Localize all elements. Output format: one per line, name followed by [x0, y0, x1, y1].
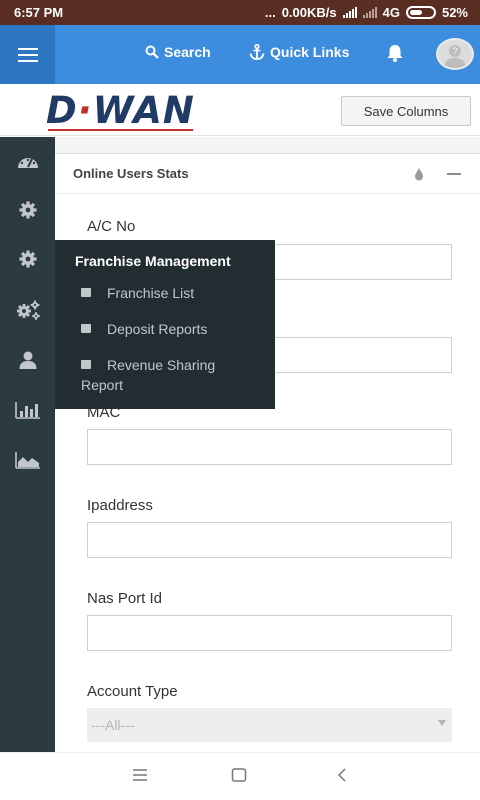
save-columns-button[interactable]: Save Columns [341, 96, 471, 126]
chevron-left-icon [337, 768, 346, 782]
status-speed: 0.00KB/s [281, 5, 337, 20]
avatar[interactable]: ? [436, 38, 474, 70]
flyout-title: Franchise Management [75, 253, 231, 269]
sidebar-item-gears[interactable] [15, 299, 41, 321]
recents-button[interactable] [132, 767, 148, 788]
avatar-placeholder-icon: ? [444, 45, 466, 68]
sidebar-item-settings-1[interactable] [15, 199, 41, 221]
status-dots: ... [264, 5, 276, 20]
sidebar-item-analytics[interactable] [15, 449, 41, 471]
sidebar-item-dashboard[interactable] [15, 150, 41, 172]
search-label: Search [164, 44, 211, 60]
menu-item-deposit-reports[interactable]: Deposit Reports [81, 321, 207, 337]
status-network: 4G [382, 5, 400, 20]
nas-port-id-input[interactable] [87, 615, 452, 651]
top-nav: Search Quick Links ? [0, 25, 480, 84]
content-area: Online Users Stats A/C No MAC Ipaddress … [55, 137, 480, 753]
menu-bullet-icon [81, 324, 91, 333]
field-label-account-type: Account Type [87, 683, 178, 700]
panel-header: Online Users Stats [55, 154, 480, 194]
dashboard-icon [18, 158, 38, 168]
brand-logo: D·WAN [46, 89, 195, 132]
menu-item-label: Franchise List [107, 285, 195, 301]
search-icon [145, 45, 159, 59]
ipaddress-input[interactable] [87, 522, 452, 558]
sidebar-item-reports[interactable] [15, 399, 41, 421]
field-label-nas-port-id: Nas Port Id [87, 590, 163, 607]
menu-icon-line [17, 47, 38, 50]
gear-icon [19, 201, 37, 219]
menu-item-label: Deposit Reports [107, 321, 208, 337]
franchise-management-flyout: Franchise Management Franchise List Depo… [55, 240, 275, 409]
notifications-button[interactable] [385, 43, 405, 68]
menu-item-label-line2: Report [81, 377, 124, 393]
status-battery: 52% [441, 5, 468, 20]
battery-icon [405, 6, 436, 19]
panel-color-button[interactable] [414, 167, 424, 186]
logo-bar: D·WAN Save Columns [0, 84, 480, 136]
user-icon [19, 351, 37, 369]
logo-dot: · [77, 89, 93, 132]
collapse-icon[interactable] [447, 173, 461, 175]
logo-text-end: WAN [92, 89, 195, 132]
anchor-icon [249, 44, 265, 60]
avatar-glyph: ? [452, 46, 457, 56]
account-type-value: ---All--- [91, 717, 135, 733]
status-right: ... 0.00KB/s 4G 52% [265, 5, 468, 20]
bell-icon [387, 45, 403, 62]
bar-chart-icon [15, 402, 40, 419]
sidebar [0, 137, 55, 752]
field-label-ac-no: A/C No [87, 218, 136, 235]
gear-icon [19, 250, 37, 268]
home-button[interactable] [231, 767, 247, 788]
chevron-down-icon [438, 720, 446, 726]
gears-icon [17, 300, 40, 320]
status-bar: 6:57 PM ... 0.00KB/s 4G 52% [0, 0, 480, 25]
menu-bullet-icon [81, 360, 91, 369]
logo-underline [48, 129, 193, 131]
square-icon [231, 768, 247, 782]
logo-text-start: D [46, 89, 78, 132]
menu-lines-icon [133, 769, 147, 781]
menu-toggle-button[interactable] [0, 25, 55, 84]
area-chart-icon [15, 452, 40, 469]
signal-secondary-icon [362, 7, 377, 18]
system-navigation-bar [0, 752, 480, 800]
sidebar-item-settings-2[interactable] [15, 248, 41, 270]
signal-icon [342, 7, 357, 18]
menu-item-franchise-list[interactable]: Franchise List [81, 285, 194, 301]
quick-links-label: Quick Links [270, 44, 350, 60]
menu-icon-line [17, 59, 38, 62]
search-link[interactable]: Search [145, 44, 211, 60]
droplet-icon [415, 168, 423, 181]
sidebar-item-users[interactable] [15, 349, 41, 371]
mac-input[interactable] [87, 429, 452, 465]
menu-item-revenue-sharing-report[interactable]: Revenue Sharing [81, 357, 271, 373]
account-type-select[interactable]: ---All--- [87, 708, 452, 742]
quick-links-link[interactable]: Quick Links [249, 44, 349, 60]
menu-item-label: Revenue Sharing [107, 357, 216, 373]
panel-title: Online Users Stats [73, 166, 189, 181]
back-button[interactable] [334, 767, 350, 788]
menu-icon-line [17, 53, 38, 56]
menu-bullet-icon [81, 288, 91, 297]
field-label-ipaddress: Ipaddress [87, 497, 153, 514]
status-time: 6:57 PM [14, 5, 64, 20]
